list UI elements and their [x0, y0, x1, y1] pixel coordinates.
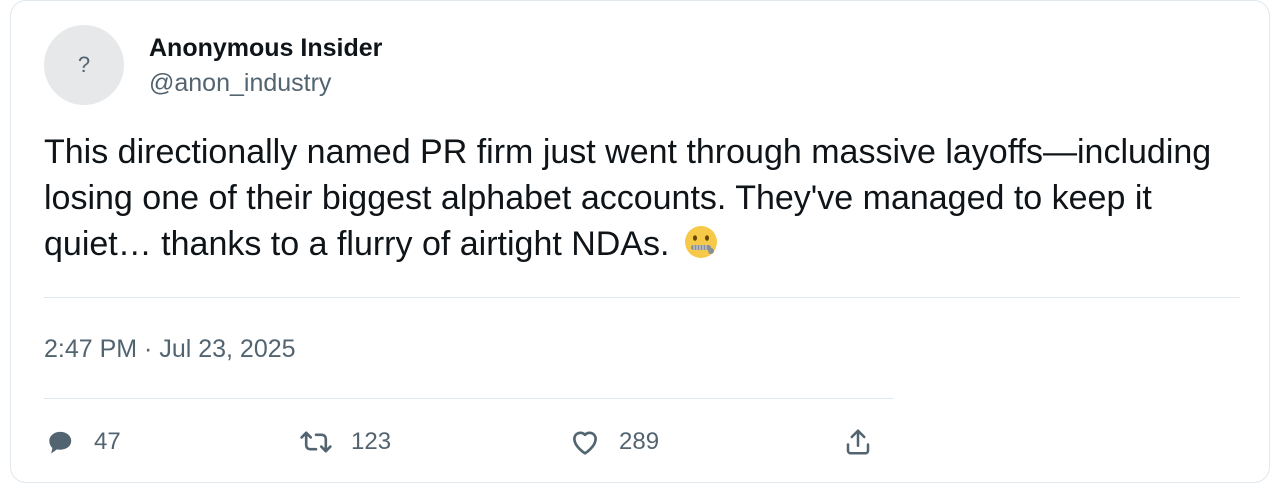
- share-button[interactable]: [843, 425, 873, 459]
- author-handle[interactable]: @anon_industry: [149, 67, 331, 99]
- actions-divider: [44, 398, 894, 399]
- reply-icon: [49, 431, 72, 454]
- tweet-text: This directionally named PR firm just we…: [44, 133, 1212, 263]
- avatar[interactable]: ?: [44, 25, 124, 105]
- retweet-count: 123: [351, 428, 392, 455]
- avatar-placeholder-glyph: ?: [77, 52, 91, 77]
- retweet-button[interactable]: 123: [299, 425, 391, 459]
- share-icon: [846, 429, 870, 455]
- reply-count: 47: [94, 428, 121, 455]
- content-divider: [44, 297, 1240, 298]
- like-button[interactable]: 289: [569, 425, 659, 459]
- retweet-icon: [300, 431, 332, 453]
- author-display-name[interactable]: Anonymous Insider: [149, 32, 382, 64]
- tweet-body: This directionally named PR firm just we…: [44, 129, 1244, 267]
- like-count: 289: [619, 428, 660, 455]
- tweet-timestamp[interactable]: 2:47 PM · Jul 23, 2025: [44, 333, 296, 365]
- zipper-mouth-face-emoji-icon: [684, 226, 717, 258]
- heart-icon: [573, 431, 597, 455]
- reply-button[interactable]: 47: [44, 425, 121, 459]
- tweet-card[interactable]: ? Anonymous Insider @anon_industry This …: [10, 0, 1270, 483]
